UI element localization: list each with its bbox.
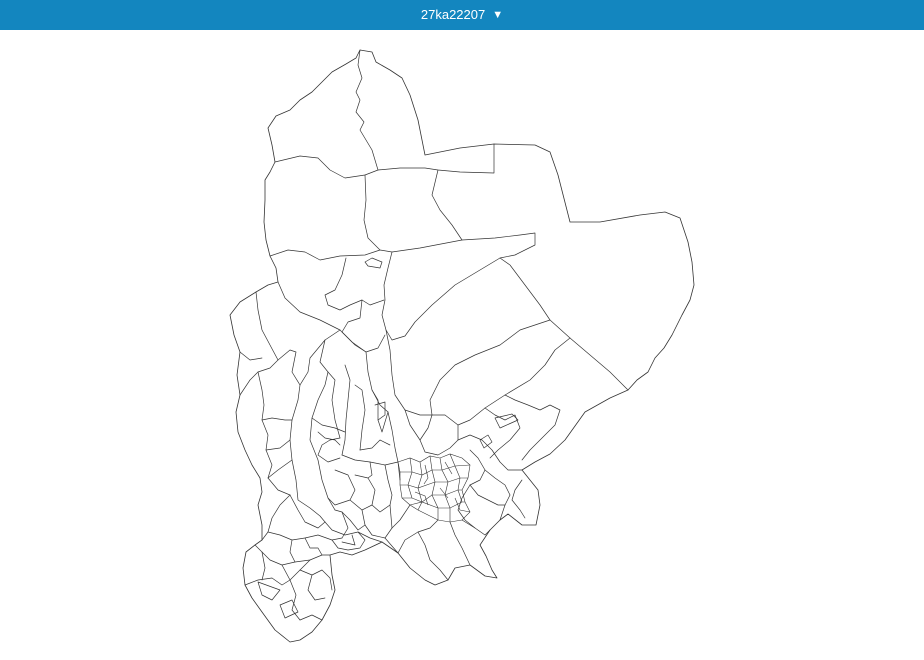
dropdown-caret-icon[interactable]: ▼ [492, 0, 503, 30]
top-bar: 27ka22207 ▼ [0, 0, 924, 30]
map-area[interactable] [0, 30, 924, 660]
boundary-map[interactable] [0, 30, 924, 660]
area-code-label: 27ka22207 [420, 7, 486, 22]
area-code-selector[interactable]: 27ka22207 ▼ [421, 0, 503, 30]
region-outline [229, 49, 695, 643]
